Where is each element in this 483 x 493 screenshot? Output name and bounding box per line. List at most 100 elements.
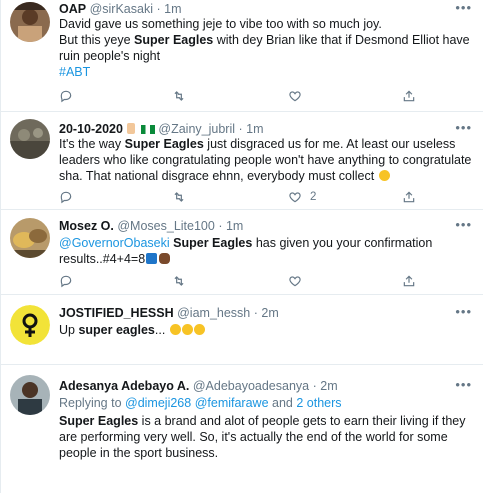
share-button[interactable]: [402, 189, 416, 205]
text-run: It's the way: [59, 137, 125, 151]
like-button[interactable]: 2: [288, 189, 316, 205]
reply-button[interactable]: [59, 189, 87, 205]
mention-link[interactable]: @dimeji268: [125, 396, 191, 410]
grimace-emoji-icon: [378, 170, 390, 181]
retweet-button[interactable]: [172, 88, 200, 104]
heart-icon: [289, 192, 301, 203]
display-name[interactable]: Mosez O.: [59, 219, 114, 233]
more-options-icon[interactable]: •••: [455, 377, 472, 392]
avatar[interactable]: [10, 305, 50, 345]
separator: ·: [312, 379, 317, 393]
tweet-line: people in the sport business.: [59, 446, 219, 460]
separator: ·: [238, 122, 243, 136]
reply-icon: [60, 90, 72, 103]
user-handle[interactable]: @sirKasaki: [90, 2, 153, 16]
text-run: But this yeye: [59, 33, 135, 47]
tweet-line: leaders who like congratulating people w…: [59, 153, 472, 167]
user-handle[interactable]: @Zainy_jubril: [158, 122, 235, 136]
heart-icon: [289, 91, 301, 102]
retweet-icon: [174, 276, 184, 286]
reply-button[interactable]: [59, 273, 87, 289]
retweet-button[interactable]: [172, 189, 200, 205]
timestamp[interactable]: 1m: [164, 2, 181, 16]
retweet-button[interactable]: [172, 273, 200, 289]
reply-icon: [60, 275, 72, 288]
tweet-header: Adesanya Adebayo A. @Adebayoadesanya · 2…: [59, 379, 460, 396]
tweet-text: @GovernorObaseki Super Eagles has given …: [59, 235, 472, 267]
tweet-line: ruin people's night: [59, 49, 161, 63]
timestamp[interactable]: 1m: [226, 219, 243, 233]
share-button[interactable]: [402, 88, 416, 104]
tweet[interactable]: OAP @sirKasaki · 1m ••• David gave us so…: [1, 0, 483, 112]
more-options-icon[interactable]: •••: [455, 304, 472, 319]
tweet-line: are performing very well. So, it's actua…: [59, 430, 448, 444]
more-options-icon[interactable]: •••: [455, 0, 472, 15]
avatar[interactable]: [10, 119, 50, 159]
user-handle[interactable]: @Moses_Lite100: [117, 219, 214, 233]
tweet-line: results..#4+4=8: [59, 251, 472, 267]
heart-icon: [289, 276, 301, 287]
replying-to: Replying to @dimeji268 @femifarawe and 2…: [59, 395, 472, 411]
text-run: Up: [59, 323, 79, 337]
display-name[interactable]: OAP: [59, 2, 86, 16]
share-icon: [403, 275, 415, 287]
tweet[interactable]: Mosez O. @Moses_Lite100 · 1m ••• @Govern…: [1, 210, 483, 295]
display-name[interactable]: JOSTIFIED_HESSH: [59, 306, 174, 320]
text-run: sha. That national disgrace ehnn, everyb…: [59, 169, 375, 183]
tweet-line: Up super eagles...: [59, 322, 472, 338]
tweet-line: But this yeye Super Eagles with dey Bria…: [59, 32, 472, 48]
user-handle[interactable]: @iam_hessh: [177, 306, 250, 320]
tweet-text: Up super eagles...: [59, 322, 472, 338]
timestamp[interactable]: 2m: [261, 306, 278, 320]
like-button[interactable]: [288, 273, 316, 289]
avatar[interactable]: [10, 218, 50, 258]
tweet[interactable]: Adesanya Adebayo A. @Adebayoadesanya · 2…: [1, 365, 483, 493]
like-button[interactable]: [288, 88, 316, 104]
separator: ·: [218, 219, 223, 233]
share-icon: [403, 191, 415, 203]
display-name[interactable]: 20-10-2020: [59, 122, 123, 136]
retweet-icon: [174, 91, 184, 101]
mention-link[interactable]: @femifarawe: [195, 396, 269, 410]
nigeria-flag-icon: [140, 125, 155, 134]
replying-prefix: Replying to: [59, 396, 126, 410]
mention-link[interactable]: @GovernorObaseki: [59, 236, 170, 250]
reply-button[interactable]: [59, 88, 87, 104]
user-handle[interactable]: @Adebayoadesanya: [193, 379, 309, 393]
tweet-header: JOSTIFIED_HESSH @iam_hessh · 2m: [59, 306, 460, 323]
text-run: is a brand and alot of people gets to ea…: [138, 414, 466, 428]
keyword-highlight: super eagles: [78, 323, 155, 337]
others-link[interactable]: 2 others: [296, 396, 341, 410]
tweet-line: sha. That national disgrace ehnn, everyb…: [59, 168, 472, 184]
tweet-feed: OAP @sirKasaki · 1m ••• David gave us so…: [0, 0, 483, 493]
laughing-emoji-icon: [181, 324, 193, 335]
text-run: and: [268, 396, 297, 410]
tweet-header: Mosez O. @Moses_Lite100 · 1m: [59, 219, 460, 236]
timestamp[interactable]: 1m: [246, 122, 263, 136]
share-button[interactable]: [402, 273, 416, 289]
keyword-highlight: Super Eagles: [173, 236, 253, 250]
tweet[interactable]: JOSTIFIED_HESSH @iam_hessh · 2m ••• Up s…: [1, 295, 483, 365]
reply-icon: [60, 191, 72, 204]
text-run: results..#4+4=8: [59, 252, 146, 266]
tweet-text: David gave us something jeje to vibe too…: [59, 16, 472, 80]
tweet-actions: [59, 88, 444, 104]
hashtag-link[interactable]: #ABT: [59, 64, 472, 80]
avatar[interactable]: [10, 2, 50, 42]
separator: ·: [253, 306, 258, 320]
text-run: just disgraced us for me. At least our u…: [203, 137, 456, 151]
more-options-icon[interactable]: •••: [455, 120, 472, 135]
timestamp[interactable]: 2m: [320, 379, 337, 393]
tweet-line: @GovernorObaseki Super Eagles has given …: [59, 235, 472, 251]
retweet-icon: [174, 192, 184, 202]
tweet[interactable]: 20-10-2020 @Zainy_jubril · 1m ••• It's t…: [1, 112, 483, 210]
avatar[interactable]: [10, 375, 50, 415]
more-options-icon[interactable]: •••: [455, 217, 472, 232]
display-name[interactable]: Adesanya Adebayo A.: [59, 379, 189, 393]
tweet-line: Super Eagles is a brand and alot of peop…: [59, 413, 472, 429]
keyword-highlight: Super Eagles: [59, 414, 139, 428]
tweet-line: It's the way Super Eagles just disgraced…: [59, 136, 472, 152]
reply-context: Replying to @dimeji268 @femifarawe and 2…: [59, 395, 472, 411]
fist-emoji-icon: [159, 253, 171, 264]
keyword-highlight: Super Eagles: [124, 137, 204, 151]
